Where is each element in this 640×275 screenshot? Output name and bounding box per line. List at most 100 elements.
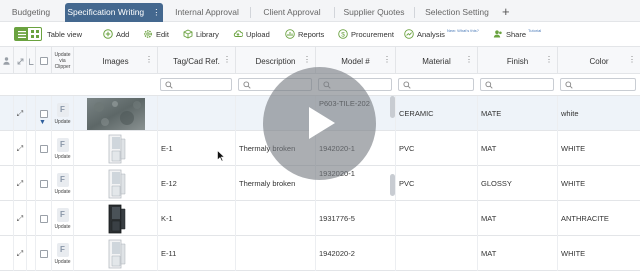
row-checkbox-cell[interactable] [36,201,52,236]
color-cell[interactable]: WHITE [558,236,640,271]
material-cell[interactable] [396,236,478,271]
image-cell[interactable] [74,131,158,166]
expand-row-icon[interactable]: ⤢ [14,131,27,166]
column-menu-icon[interactable]: ⋮ [545,55,553,64]
color-cell[interactable]: WHITE [558,166,640,201]
update-clipper-cell[interactable]: F Update [52,166,74,201]
update-label[interactable]: Update [54,189,70,195]
image-cell[interactable] [74,236,158,271]
analysis-whats-this-link[interactable]: New: What's this? [447,28,479,33]
material-cell[interactable]: CERAMIC [396,96,478,131]
add-tab-icon[interactable]: + [502,3,510,20]
column-menu-icon[interactable]: ⋮ [383,55,391,64]
column-menu-icon[interactable]: ⋮ [628,55,636,64]
tag-cell[interactable]: E-11 [158,236,236,271]
tab-specification-writing[interactable]: Specification Writing ⋮ [65,3,163,22]
update-via-clipper-header[interactable]: Update via Clipper [52,47,74,75]
column-menu-icon[interactable]: ⋮ [465,55,473,64]
upload-button[interactable]: Upload [233,28,270,40]
row-checkbox[interactable] [39,144,48,153]
finish-cell[interactable]: MAT [478,201,558,236]
column-menu-icon[interactable]: ⋮ [145,55,153,64]
image-cell[interactable] [74,201,158,236]
color-cell[interactable]: WHITE [558,131,640,166]
description-cell[interactable] [236,201,316,236]
procurement-button[interactable]: $ Procurement [338,28,394,40]
column-header-tag[interactable]: Tag/Cad Ref. ⋮ [158,47,236,75]
share-button[interactable]: Share Tutorial [493,28,541,40]
reports-button[interactable]: Reports [285,28,324,40]
column-menu-icon[interactable]: ⋮ [303,55,311,64]
finish-cell[interactable]: MAT [478,131,558,166]
expand-row-icon[interactable]: ⤢ [14,166,27,201]
material-filter-input[interactable] [398,78,474,91]
stone-tile-image[interactable] [86,97,145,130]
dark-window-profile-image[interactable] [101,203,131,235]
library-button[interactable]: Library [183,28,219,40]
finish-cell[interactable]: MAT [478,236,558,271]
video-play-button[interactable] [263,67,376,180]
share-tutorial-link[interactable]: Tutorial [528,28,541,33]
update-label[interactable]: Update [54,119,70,125]
update-label[interactable]: Update [54,224,70,230]
column-header-color[interactable]: Color ⋮ [558,47,640,75]
white-window-profile-image[interactable] [101,168,131,200]
row-checkbox[interactable] [39,109,48,118]
row-checkbox[interactable] [39,249,48,258]
update-clipper-cell[interactable]: F Update [52,201,74,236]
update-clipper-cell[interactable]: F Update [52,96,74,131]
header-person-icon[interactable] [0,47,14,75]
tag-filter-input[interactable] [160,78,232,91]
add-button[interactable]: Add [103,28,129,40]
white-window-profile-image[interactable] [101,133,131,165]
tag-cell[interactable] [158,96,236,131]
tab-client-approval[interactable]: Client Approval [253,3,331,22]
material-cell[interactable]: PVC [396,131,478,166]
tag-cell[interactable]: E-12 [158,166,236,201]
column-header-images[interactable]: Images ⋮ [74,47,158,75]
finish-cell[interactable]: MATE [478,96,558,131]
view-toggle[interactable] [14,27,42,41]
color-cell[interactable]: ANTHRACITE [558,201,640,236]
row-checkbox-cell[interactable] [36,236,52,271]
model-cell[interactable]: 1931776-5 [316,201,396,236]
select-all-checkbox-cell[interactable] [36,47,52,75]
expand-row-icon[interactable]: ⤢ [14,236,27,271]
finish-filter-input[interactable] [480,78,554,91]
update-clipper-cell[interactable]: F Update [52,236,74,271]
column-header-material[interactable]: Material ⋮ [396,47,478,75]
column-scrollbar[interactable] [390,96,395,118]
table-row[interactable]: ⤢ F Update E-11 1942020-2 MAT WHITE [0,236,640,271]
grid-view-icon[interactable] [28,28,41,40]
model-cell[interactable]: 1942020-2 [316,236,396,271]
select-all-checkbox[interactable] [39,57,48,65]
edit-button[interactable]: Edit [143,28,169,40]
description-cell[interactable] [236,236,316,271]
image-cell[interactable] [74,166,158,201]
expand-row-icon[interactable]: ⤢ [14,201,27,236]
table-row[interactable]: ⤢ F Update K-1 1931776-5 MAT ANTHRACITE [0,201,640,236]
tag-cell[interactable]: K-1 [158,201,236,236]
color-filter-input[interactable] [560,78,636,91]
row-checkbox[interactable] [39,179,48,188]
row-checkbox-cell[interactable] [36,166,52,201]
update-label[interactable]: Update [54,154,70,160]
tab-internal-approval[interactable]: Internal Approval [167,3,247,22]
expand-row-icon[interactable]: ⤢ [14,96,27,131]
header-expand-icon[interactable] [14,47,27,75]
header-collapse-icon[interactable] [27,47,36,75]
color-cell[interactable]: white [558,96,640,131]
row-checkbox-cell[interactable] [36,131,52,166]
column-scrollbar[interactable] [390,174,395,196]
column-header-finish[interactable]: Finish ⋮ [478,47,558,75]
column-menu-icon[interactable]: ⋮ [223,55,231,64]
material-cell[interactable]: PVC [396,166,478,201]
update-clipper-cell[interactable]: F Update [52,131,74,166]
analysis-button[interactable]: Analysis New: What's this? [404,28,479,40]
tab-selection-setting[interactable]: Selection Setting [417,3,497,22]
finish-cell[interactable]: GLOSSY [478,166,558,201]
material-cell[interactable] [396,201,478,236]
image-cell[interactable] [74,96,158,131]
update-label[interactable]: Update [54,259,70,265]
row-checkbox[interactable] [39,214,48,223]
